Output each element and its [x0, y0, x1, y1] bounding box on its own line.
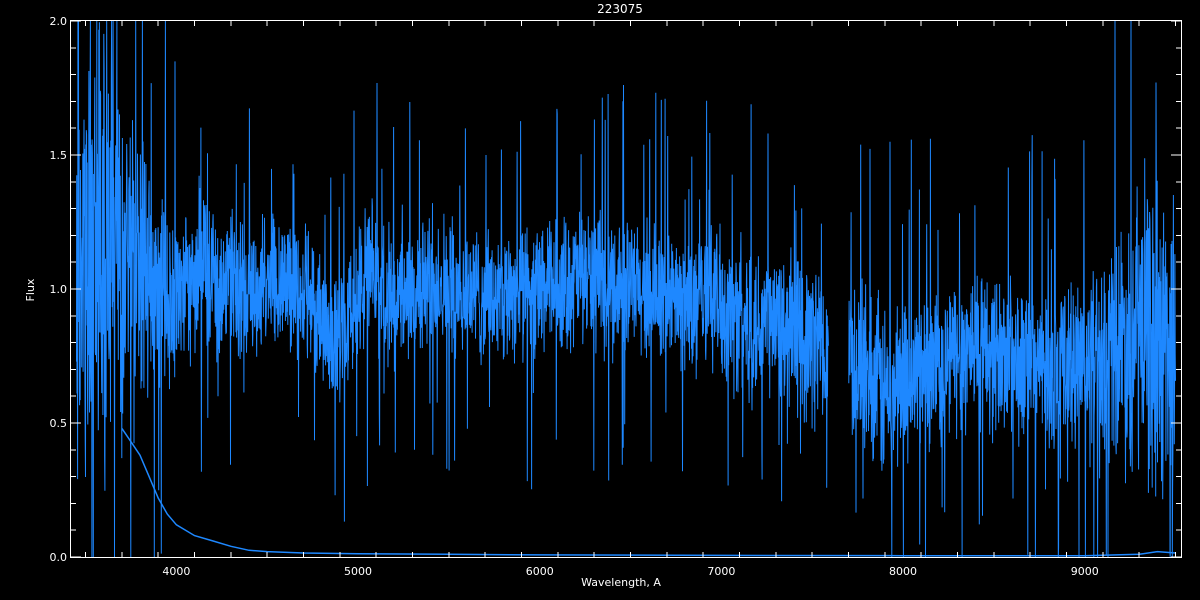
x-tick-label: 4000 [162, 565, 190, 578]
y-axis-label: Flux [24, 278, 37, 301]
x-axis-label: Wavelength, A [581, 576, 661, 589]
x-tick-label: 5000 [344, 565, 372, 578]
y-tick-label: 0.0 [50, 551, 68, 564]
y-tick-label: 2.0 [50, 15, 68, 28]
x-tick-label: 6000 [526, 565, 554, 578]
spectrum-chart: 223075 Flux Wavelength, A 4000 5000 6000 70… [0, 0, 1200, 600]
x-tick-label: 9000 [1071, 565, 1099, 578]
y-tick-label: 0.5 [50, 417, 68, 430]
x-tick-label: 8000 [889, 565, 917, 578]
y-tick-label: 1.5 [50, 149, 68, 162]
y-tick-label: 1.0 [50, 283, 68, 296]
x-tick-label: 7000 [707, 565, 735, 578]
chart-title: 223075 [597, 2, 643, 16]
